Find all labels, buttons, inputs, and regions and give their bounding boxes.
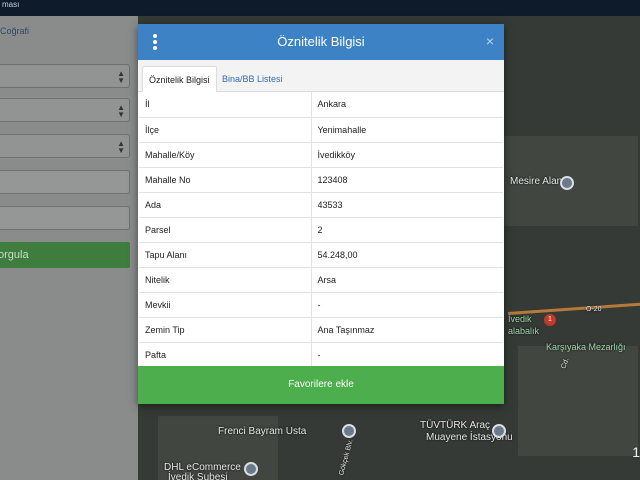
map-label-gokcek: Gökçek Blv. bbox=[338, 438, 355, 477]
map-label-balik: alabalık bbox=[508, 326, 540, 336]
attribute-modal: Öznitelik Bilgisi × Öznitelik Bilgisi Bi… bbox=[138, 24, 504, 404]
table-row: Mevkii - bbox=[139, 292, 503, 318]
table-row: Parsel 2 bbox=[139, 217, 503, 243]
map-label-road-code: O-20 bbox=[586, 306, 602, 313]
row-value: 54.248,00 bbox=[311, 242, 503, 268]
modal-header: Öznitelik Bilgisi × bbox=[138, 24, 504, 60]
row-value: 43533 bbox=[311, 192, 503, 218]
top-bar-text: ması bbox=[2, 0, 20, 9]
ilce-select[interactable]: ▲ ▼ bbox=[0, 98, 130, 122]
row-value: - bbox=[311, 292, 503, 318]
row-value: 123408 bbox=[311, 167, 503, 193]
map-label-mesire: Mesire Alanı bbox=[510, 176, 566, 187]
map-label-frenci: Frenci Bayram Usta bbox=[218, 426, 307, 437]
row-key: Zemin Tip bbox=[139, 317, 312, 343]
map-pin-icon[interactable] bbox=[492, 424, 506, 438]
row-value: - bbox=[311, 342, 503, 368]
table-row: Zemin Tip Ana Taşınmaz bbox=[139, 317, 503, 343]
table-row: İl Ankara bbox=[139, 92, 503, 118]
row-value: İvedikköy bbox=[311, 142, 503, 168]
map-pin-icon[interactable] bbox=[244, 462, 258, 476]
table-row: Nitelik Arsa bbox=[139, 267, 503, 293]
ada-input[interactable] bbox=[0, 170, 130, 194]
sidebar-crumb[interactable]: Coğrafi bbox=[0, 26, 29, 36]
attribute-table: İl Ankara İlçe Yenimahalle Mahalle/Köy İved… bbox=[139, 92, 503, 368]
map-label-ivedik: İvedik bbox=[508, 314, 532, 324]
parsel-input[interactable] bbox=[0, 206, 130, 230]
row-value: Arsa bbox=[311, 267, 503, 293]
modal-tabs: Öznitelik Bilgisi Bina/BB Listesi bbox=[138, 60, 504, 92]
row-key: Ada bbox=[139, 192, 312, 218]
row-key: Nitelik bbox=[139, 267, 312, 293]
sidebar-panel: Coğrafi ▲ ▼ ▲ ▼ ▲ ▼ orgula bbox=[0, 16, 138, 480]
query-button[interactable]: orgula bbox=[0, 242, 130, 268]
row-key: Mahalle No bbox=[139, 167, 312, 193]
table-row: İlçe Yenimahalle bbox=[139, 117, 503, 143]
row-value: Ankara bbox=[311, 92, 503, 118]
map-pin-icon[interactable] bbox=[342, 424, 356, 438]
row-key: Parsel bbox=[139, 217, 312, 243]
row-key: İl bbox=[139, 92, 312, 118]
map-pin-icon[interactable] bbox=[560, 176, 574, 190]
table-row: Mahalle/Köy İvedikköy bbox=[139, 142, 503, 168]
row-key: Mevkii bbox=[139, 292, 312, 318]
row-value: Ana Taşınmaz bbox=[311, 317, 503, 343]
map-label-tuvturk: TÜVTÜRK Araç bbox=[420, 420, 491, 431]
map-block bbox=[518, 346, 638, 456]
add-favorite-button[interactable]: Favorilere ekle bbox=[138, 366, 504, 404]
row-key: İlçe bbox=[139, 117, 312, 143]
table-row: Mahalle No 123408 bbox=[139, 167, 503, 193]
map-label-ivedik-sube: İvedik Şubesi bbox=[168, 472, 228, 480]
select-chevron-icon: ▲ ▼ bbox=[117, 103, 125, 119]
top-bar: ması bbox=[0, 0, 640, 16]
il-select[interactable]: ▲ ▼ bbox=[0, 64, 130, 88]
row-value: 2 bbox=[311, 217, 503, 243]
highway-marker-icon: 1 bbox=[544, 314, 556, 326]
map-corner-number: 1 bbox=[632, 444, 640, 460]
row-key: Mahalle/Köy bbox=[139, 142, 312, 168]
mahalle-select[interactable]: ▲ ▼ bbox=[0, 134, 130, 158]
row-key: Tapu Alanı bbox=[139, 242, 312, 268]
map-label-karsiyaka: Karşıyaka Mezarlığı bbox=[546, 342, 626, 352]
table-row: Tapu Alanı 54.248,00 bbox=[139, 242, 503, 268]
tab-oznitelik[interactable]: Öznitelik Bilgisi bbox=[142, 66, 217, 92]
row-key: Pafta bbox=[139, 342, 312, 368]
close-icon[interactable]: × bbox=[486, 33, 494, 49]
select-chevron-icon: ▲ ▼ bbox=[117, 139, 125, 155]
tab-bina-listesi[interactable]: Bina/BB Listesi bbox=[216, 66, 289, 92]
row-value: Yenimahalle bbox=[311, 117, 503, 143]
modal-title: Öznitelik Bilgisi bbox=[277, 34, 365, 49]
table-row: Ada 43533 bbox=[139, 192, 503, 218]
table-row: Pafta - bbox=[139, 342, 503, 368]
select-chevron-icon: ▲ ▼ bbox=[117, 69, 125, 85]
